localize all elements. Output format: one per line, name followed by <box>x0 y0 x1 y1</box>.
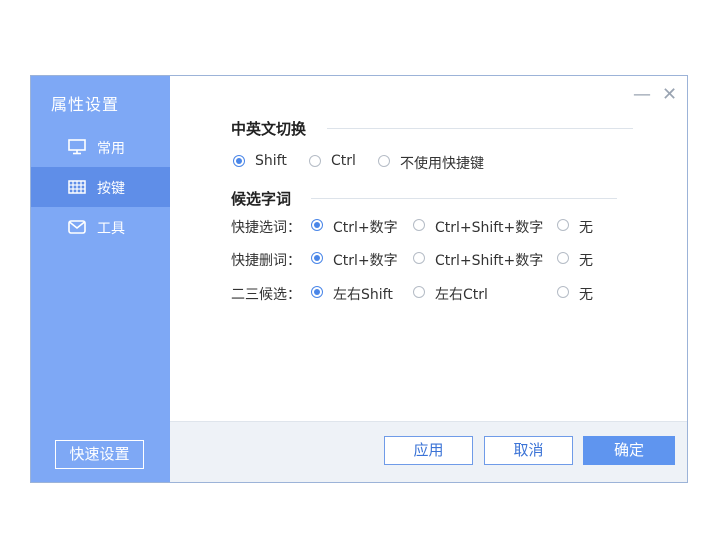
sidebar-item-label: 工具 <box>97 221 125 237</box>
row-label-2nd-3rd-candidate: 二三候选： <box>231 287 301 303</box>
sidebar: 属性设置 常用 按键 工具 快速设置 <box>31 76 170 482</box>
section-title-candidates: 候选字词 <box>231 190 292 208</box>
ok-button[interactable]: 确定 <box>583 436 675 465</box>
minimize-icon[interactable]: — <box>633 86 651 104</box>
radio-dot <box>378 155 390 167</box>
radio-dot <box>311 286 323 298</box>
section-divider <box>311 198 617 199</box>
sidebar-title: 属性设置 <box>51 95 120 114</box>
radio-dot <box>309 155 321 167</box>
radio-dot <box>557 219 569 231</box>
sidebar-item-label: 常用 <box>97 141 125 157</box>
quick-settings-button[interactable]: 快速设置 <box>55 440 144 469</box>
radio-dot <box>311 219 323 231</box>
monitor-icon <box>68 139 86 155</box>
radio-dot <box>557 252 569 264</box>
section-title-lang-switch: 中英文切换 <box>231 120 307 138</box>
radio-dot <box>233 155 245 167</box>
sidebar-item-keys[interactable]: 按键 <box>31 167 170 207</box>
apply-button[interactable]: 应用 <box>384 436 473 465</box>
sidebar-item-tools[interactable]: 工具 <box>31 207 170 247</box>
radio-dot <box>413 252 425 264</box>
dialog-footer: 应用 取消 确定 <box>170 421 687 482</box>
settings-dialog: 属性设置 常用 按键 工具 快速设置 — ✕ 中英文切换 Shift Ctrl … <box>30 75 688 483</box>
section-divider <box>327 128 633 129</box>
envelope-icon <box>68 220 86 234</box>
row-label-quick-delete: 快捷删词： <box>231 253 301 269</box>
radio-dot <box>413 286 425 298</box>
radio-dot <box>557 286 569 298</box>
sidebar-item-label: 按键 <box>97 181 125 197</box>
row-label-quick-select: 快捷选词： <box>231 220 301 236</box>
radio-dot <box>311 252 323 264</box>
radio-dot <box>413 219 425 231</box>
keyboard-icon <box>68 180 86 194</box>
cancel-button[interactable]: 取消 <box>484 436 573 465</box>
close-icon[interactable]: ✕ <box>662 86 677 104</box>
sidebar-item-general[interactable]: 常用 <box>31 127 170 167</box>
